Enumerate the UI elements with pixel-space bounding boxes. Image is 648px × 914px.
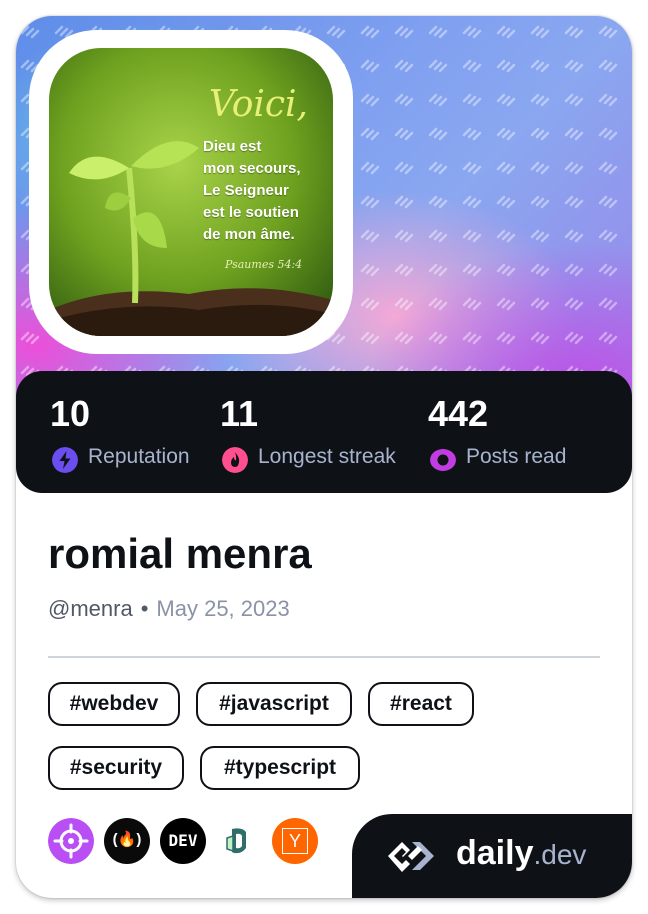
ycombinator-badge-text: Y xyxy=(282,828,308,854)
stat-value: 442 xyxy=(428,393,489,434)
brand-suffix: .dev xyxy=(533,839,587,870)
divider xyxy=(48,656,600,658)
stat-label: Posts read xyxy=(466,445,567,468)
profile-name: romial menra xyxy=(48,530,312,577)
profile-meta: @menra • May 25, 2023 xyxy=(48,596,290,622)
devcard: Voici, Dieu est mon secours, Le Seigneur… xyxy=(16,16,632,898)
stat-label: Longest streak xyxy=(258,445,396,468)
separator-dot: • xyxy=(140,596,149,621)
avatar-quote: Dieu est mon secours, Le Seigneur est le… xyxy=(203,138,301,243)
tag-chip[interactable]: #webdev xyxy=(48,682,180,726)
freecodecamp-badge-icon[interactable]: (🔥) xyxy=(104,818,150,864)
avatar-quote-ref: Psaumes 54:4 xyxy=(225,258,303,271)
ycombinator-badge-icon[interactable]: Y xyxy=(272,818,318,864)
daily-dev-brand: daily.dev xyxy=(352,814,632,898)
stats-bar: 10 Reputation 11 Longest streak 442 Post… xyxy=(16,371,632,493)
stat-value: 11 xyxy=(220,393,259,434)
lightning-icon xyxy=(52,447,78,473)
dev-badge-text: DEV xyxy=(168,831,198,850)
tag-chip[interactable]: #typescript xyxy=(200,746,360,790)
avatar-quote-title: Voici, xyxy=(209,84,308,125)
tag-chip[interactable]: #react xyxy=(368,682,474,726)
avatar-frame: Voici, Dieu est mon secours, Le Seigneur… xyxy=(29,30,353,354)
avatar[interactable]: Voici, Dieu est mon secours, Le Seigneur… xyxy=(49,48,333,336)
tag-chip[interactable]: #javascript xyxy=(196,682,352,726)
stat-label: Reputation xyxy=(88,445,190,468)
daily-dev-logo-icon xyxy=(388,842,434,872)
joined-date: May 25, 2023 xyxy=(156,596,290,621)
flame-icon xyxy=(222,447,248,473)
stat-value: 10 xyxy=(50,393,91,434)
profile-handle: @menra xyxy=(48,596,133,621)
daily-dev-wordmark: daily.dev xyxy=(456,834,586,873)
dev-badge-icon[interactable]: DEV xyxy=(160,818,206,864)
freecodecamp-badge-text: (🔥) xyxy=(112,831,142,848)
eye-ring-icon xyxy=(430,449,456,471)
hashnode-badge-icon[interactable] xyxy=(216,818,262,864)
crosshair-badge-icon[interactable] xyxy=(48,818,94,864)
tag-chip[interactable]: #security xyxy=(48,746,184,790)
brand-name: daily xyxy=(456,834,534,872)
